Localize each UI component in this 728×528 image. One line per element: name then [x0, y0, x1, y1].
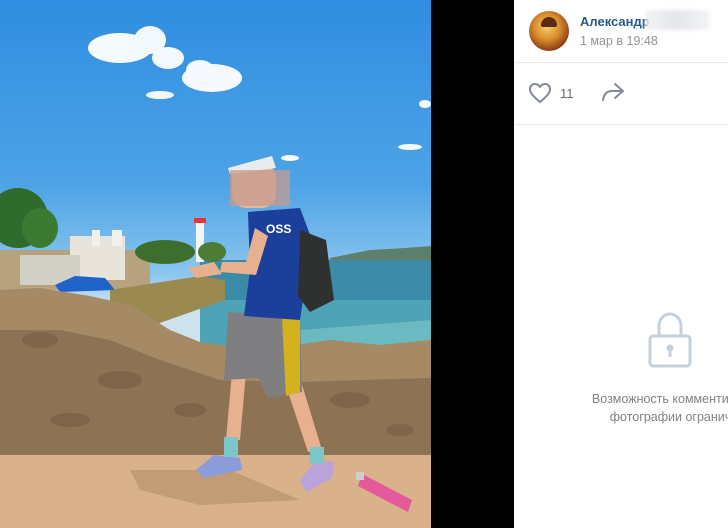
author-header: Александр 1 мар в 19:48	[514, 0, 728, 63]
post-actions: 11	[514, 62, 728, 125]
lock-icon	[647, 310, 693, 375]
share-button[interactable]	[600, 80, 626, 109]
restricted-line-2: фотографии ограниче	[609, 410, 728, 424]
comments-restricted-text: Возможность комментирова фотографии огра…	[554, 390, 728, 426]
restricted-line-1: Возможность комментирова	[591, 392, 728, 406]
author-name[interactable]: Александр	[580, 14, 650, 29]
like-button[interactable]: 11	[528, 80, 574, 106]
viewer-background	[431, 0, 514, 528]
photo-info-panel: Александр 1 мар в 19:48 11 Возможность к…	[514, 0, 728, 528]
shirt-print: OSS	[266, 222, 291, 236]
post-photo[interactable]: OSS	[0, 0, 431, 528]
like-count: 11	[560, 85, 574, 101]
post-date[interactable]: 1 мар в 19:48	[580, 34, 658, 48]
photo-scene: OSS	[0, 26, 431, 528]
heart-outline-icon	[529, 83, 551, 103]
name-redaction	[646, 10, 710, 30]
avatar[interactable]	[529, 11, 569, 51]
share-arrow-icon	[602, 83, 624, 101]
clouds	[88, 26, 431, 161]
